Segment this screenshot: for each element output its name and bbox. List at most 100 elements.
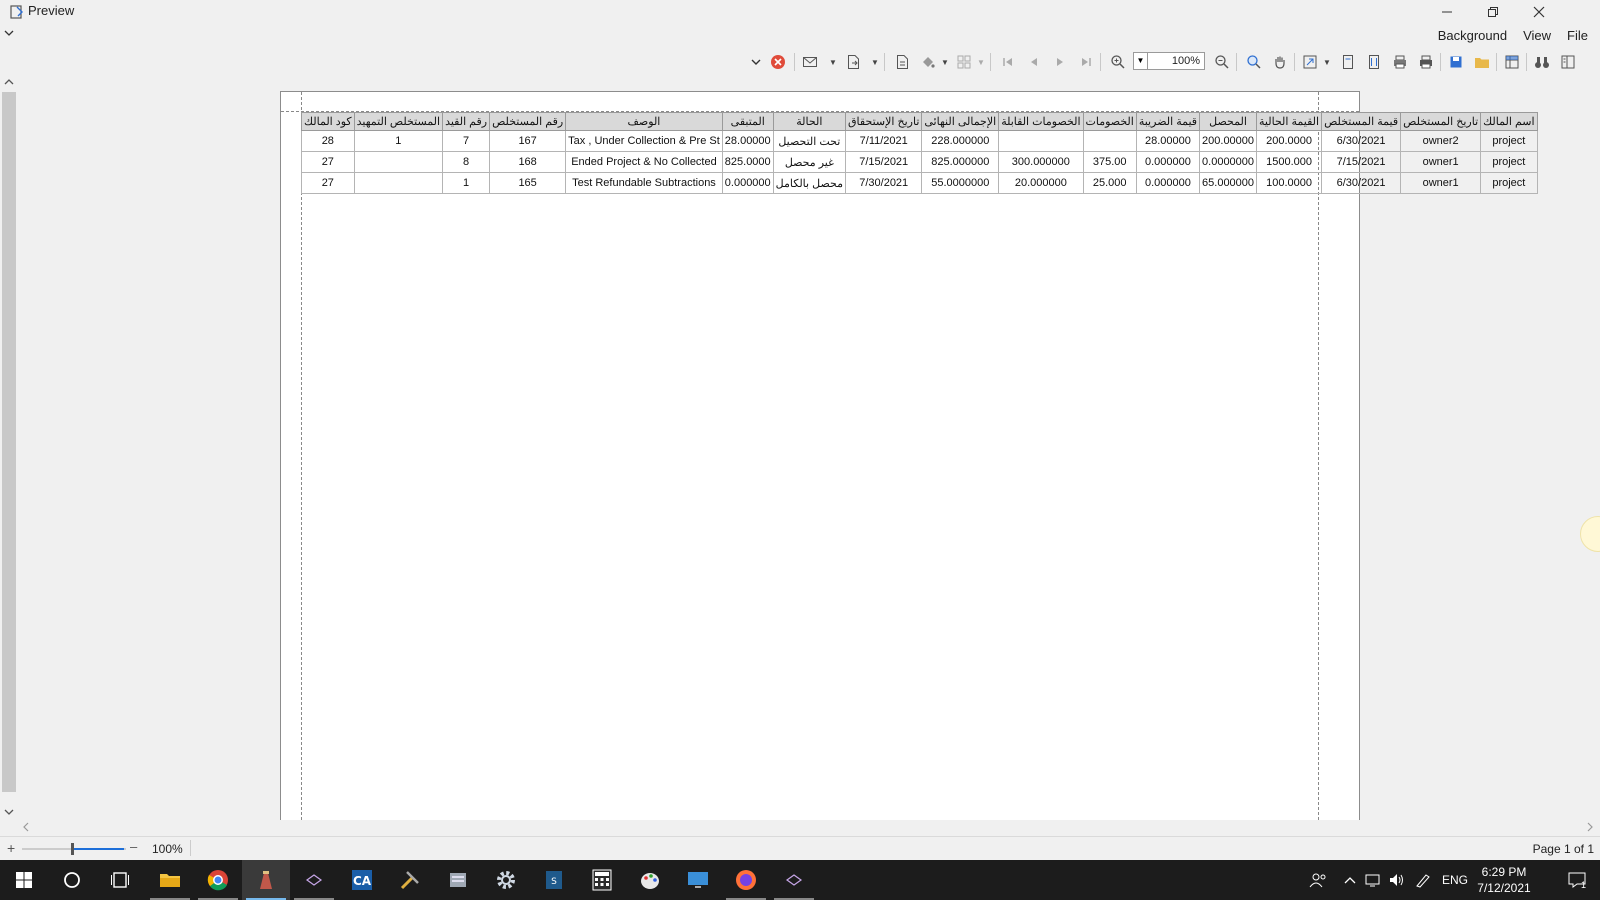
column-header: اسم المالك: [1480, 112, 1538, 131]
people-tray-button[interactable]: [1306, 860, 1330, 900]
close-circle-icon: [771, 55, 785, 69]
menu-file[interactable]: File: [1567, 28, 1588, 43]
calculator-taskbar[interactable]: [578, 860, 626, 900]
action-center-button[interactable]: 1: [1560, 860, 1594, 900]
file-explorer-taskbar[interactable]: [146, 860, 194, 900]
table-cell: [353, 172, 444, 194]
watermark-dropdown[interactable]: ▼: [941, 58, 949, 67]
table-cell: 7/15/2021: [845, 151, 923, 173]
next-page-button[interactable]: [1050, 52, 1070, 72]
watermark-button[interactable]: [918, 52, 938, 72]
volume-tray-button[interactable]: [1388, 860, 1408, 900]
sql-taskbar[interactable]: S: [530, 860, 578, 900]
table-cell: 27: [301, 151, 355, 173]
multi-page-dropdown[interactable]: ▼: [977, 58, 985, 67]
table-cell: 0.000000: [1135, 172, 1201, 194]
table-cell: 200.00000: [1199, 130, 1258, 152]
gear-icon: [497, 871, 515, 889]
table-cell: 0.0000000: [1199, 151, 1258, 173]
firefox-icon: [736, 870, 756, 890]
multi-page-button[interactable]: [954, 52, 974, 72]
chrome-taskbar[interactable]: [194, 860, 242, 900]
volume-icon: [1390, 874, 1403, 886]
search-taskbar-button[interactable]: [48, 860, 96, 900]
menu-background[interactable]: Background: [1438, 28, 1507, 43]
firefox-taskbar[interactable]: [722, 860, 770, 900]
previous-page-button[interactable]: [1024, 52, 1044, 72]
first-page-button[interactable]: [998, 52, 1018, 72]
scroll-left-icon[interactable]: [22, 822, 30, 835]
table-cell: 27: [301, 172, 355, 194]
vertical-scrollbar[interactable]: [0, 76, 18, 820]
chevron-up-icon: [1344, 877, 1356, 884]
quick-access-chevron[interactable]: [4, 28, 14, 40]
monitor-icon: [688, 872, 708, 888]
scroll-down-icon[interactable]: [4, 808, 14, 819]
last-page-button[interactable]: [1076, 52, 1096, 72]
database-taskbar[interactable]: [434, 860, 482, 900]
chevron-down-icon: [751, 59, 761, 65]
paint-taskbar[interactable]: [626, 860, 674, 900]
zoom-input[interactable]: 100%: [1147, 52, 1205, 70]
column-header: المحصل: [1199, 112, 1258, 131]
table-row: 28 1 7 167 Tax , Under Collection & Pre …: [301, 130, 1538, 152]
task-view-button[interactable]: [96, 860, 144, 900]
zoom-out-small-icon[interactable]: –: [130, 839, 137, 854]
table-cell: 100.0000: [1256, 172, 1323, 194]
table-cell: 1: [442, 172, 491, 194]
multiple-pages-icon: [957, 55, 971, 69]
column-header: الحالة: [772, 112, 847, 131]
visual-studio-taskbar-2[interactable]: [770, 860, 818, 900]
start-button[interactable]: [0, 860, 48, 900]
column-header: المتبقى: [721, 112, 774, 131]
restore-button[interactable]: [1470, 0, 1516, 24]
export-button[interactable]: [843, 52, 863, 72]
scroll-up-icon[interactable]: [4, 78, 14, 89]
table-cell: 6/30/2021: [1321, 172, 1402, 194]
table-cell: project: [1480, 151, 1538, 173]
zoom-slider[interactable]: [22, 843, 126, 855]
table-row: 27 8 168 Ended Project & No Collected 82…: [301, 151, 1538, 173]
table-cell: owner2: [1400, 130, 1482, 152]
export-dropdown[interactable]: ▼: [871, 58, 879, 67]
system-clock[interactable]: 6:29 PM 7/12/2021: [1464, 864, 1544, 896]
zoom-dropdown-button[interactable]: ▼: [1133, 52, 1147, 70]
table-cell: 8: [442, 151, 491, 173]
table-cell: 200.0000: [1256, 130, 1323, 152]
close-button[interactable]: [1516, 0, 1562, 24]
active-app-taskbar[interactable]: [242, 860, 290, 900]
table-cell: 228.000000: [921, 130, 1000, 152]
minimize-button[interactable]: [1424, 0, 1470, 24]
table-cell: Tax , Under Collection & Pre St: [565, 130, 723, 152]
paint-bucket-icon: [923, 57, 935, 68]
horizontal-scrollbar[interactable]: [18, 820, 1600, 836]
menu-view[interactable]: View: [1523, 28, 1551, 43]
table-cell: 55.0000000: [921, 172, 1000, 194]
table-header-row: كود المالك المستخلص التمهيد رقم القيد رق…: [301, 112, 1538, 131]
zoom-in-button[interactable]: [1108, 52, 1128, 72]
show-hidden-icons-button[interactable]: [1344, 860, 1358, 900]
page-setup-button[interactable]: [892, 52, 912, 72]
visual-studio-taskbar-1[interactable]: [290, 860, 338, 900]
zoom-in-small-icon[interactable]: +: [7, 840, 15, 856]
column-header: الإجمالى النهائى: [921, 112, 1000, 131]
close-preview-button[interactable]: [768, 52, 788, 72]
remote-desktop-taskbar[interactable]: [674, 860, 722, 900]
vertical-scroll-thumb[interactable]: [2, 92, 16, 792]
tools-taskbar[interactable]: [386, 860, 434, 900]
column-header: القيمة الحالية: [1256, 112, 1323, 131]
preview-app-icon: [10, 5, 23, 19]
page-indicator: Page 1 of 1: [1532, 842, 1594, 856]
notification-count: 1: [1581, 880, 1587, 890]
send-email-dropdown[interactable]: ▼: [829, 58, 837, 67]
settings-taskbar[interactable]: [482, 860, 530, 900]
pen-tray-button[interactable]: [1414, 860, 1434, 900]
network-tray-button[interactable]: [1364, 860, 1384, 900]
scroll-right-icon[interactable]: [1586, 822, 1594, 835]
zoom-slider-thumb[interactable]: [71, 843, 74, 855]
send-email-button[interactable]: [800, 52, 820, 72]
ca-app-taskbar[interactable]: CA: [338, 860, 386, 900]
toolbar-options-dropdown[interactable]: [746, 52, 766, 72]
table-cell: 375.00: [1082, 151, 1137, 173]
app-tool-icon: [260, 871, 272, 889]
